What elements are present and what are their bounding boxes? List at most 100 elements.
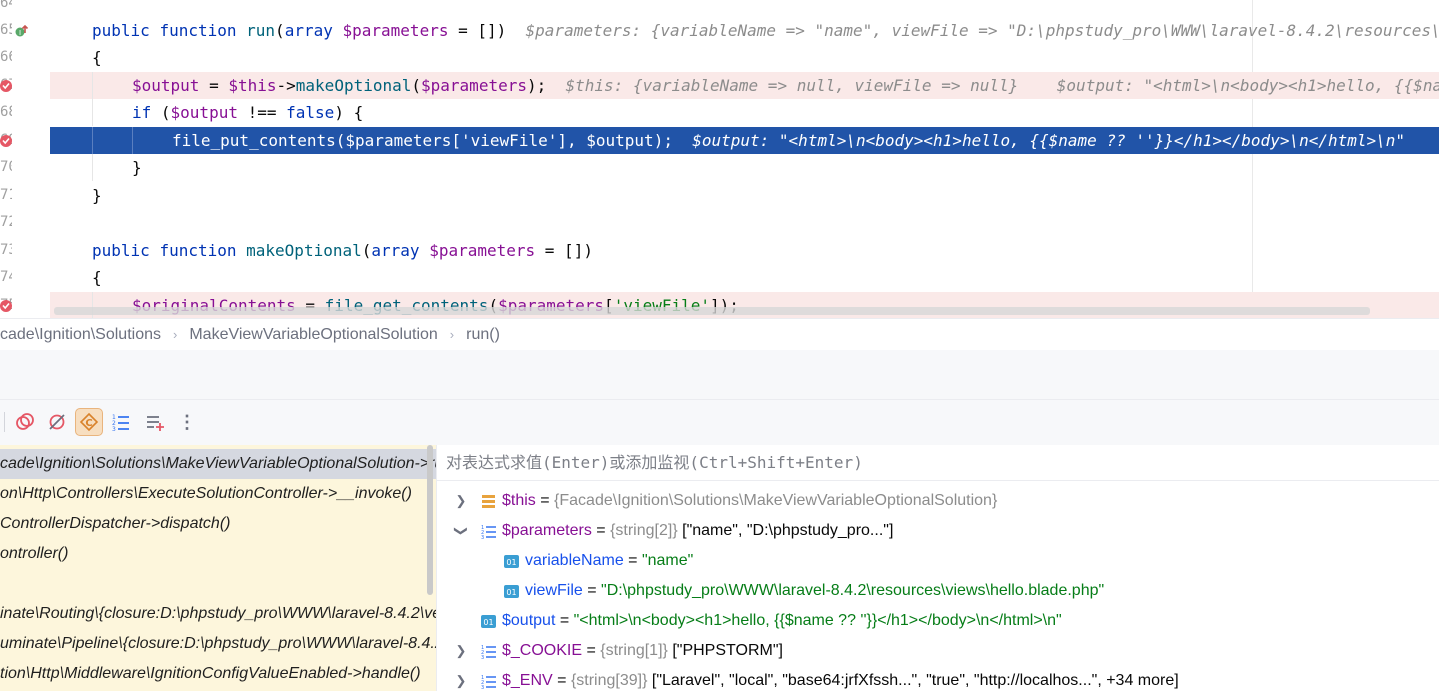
inline-debug-value: $parameters: {variableName => "name", vi… [525, 21, 1439, 40]
variable-name: variableName [525, 552, 624, 569]
code-text: public function run(array $parameters = … [92, 17, 1439, 44]
inline-debug-value: $output: "<html>\n<body><h1>hello, {{$na… [692, 131, 1406, 150]
expand-chevron-icon[interactable]: ❯ [454, 636, 468, 666]
frames-list-button[interactable]: 123 [107, 408, 135, 436]
svg-text:3: 3 [112, 426, 116, 432]
svg-text:01: 01 [506, 558, 516, 567]
variable-name: $_COOKIE [502, 642, 583, 659]
evaluate-expression-input[interactable]: 对表达式求值(Enter)或添加监视(Ctrl+Shift+Enter) [437, 445, 1439, 481]
variable-name: $output [502, 612, 556, 629]
code-text: file_put_contents($parameters['viewFile'… [172, 131, 1406, 150]
object-icon [482, 495, 495, 508]
breadcrumb-method[interactable]: run() [466, 326, 500, 344]
frame-item-selected[interactable]: cade\Ignition\Solutions\MakeViewVariable… [0, 449, 436, 479]
code-line[interactable]: 68 if ($output !== false) { [0, 99, 1439, 126]
frame-item[interactable]: on\Http\Controllers\ExecuteSolutionContr… [0, 479, 436, 509]
variable-name: $parameters [502, 522, 592, 539]
variable-value: ["Laravel", "local", "base64:jrfXfssh...… [647, 672, 1179, 689]
code-line-current[interactable]: 69 file_put_contents($parameters['viewFi… [0, 127, 1439, 154]
add-watch-button[interactable] [141, 408, 169, 436]
code-text: { [92, 268, 102, 287]
frames-panel: cade\Ignition\Solutions\MakeViewVariable… [0, 445, 436, 691]
toolbar-separator [4, 412, 5, 432]
svg-text:3: 3 [481, 535, 484, 539]
array-icon: 123 [481, 675, 496, 689]
frame-item[interactable]: ontroller() [0, 539, 436, 569]
code-line[interactable]: 74 { [0, 264, 1439, 291]
variable-type: {string[1]} [600, 642, 668, 659]
collapse-chevron-icon[interactable]: ❯ [446, 524, 476, 538]
code-line[interactable]: 65 I public function run(array $paramete… [0, 17, 1439, 44]
code-text: $output = $this->makeOptional($parameter… [132, 72, 1439, 99]
code-line[interactable]: 73 public function makeOptional(array $p… [0, 237, 1439, 264]
code-text: { [92, 48, 102, 67]
variable-type: {Facade\Ignition\Solutions\MakeViewVaria… [554, 492, 998, 509]
more-options-button[interactable]: ⋮ [173, 408, 201, 436]
breakpoint-icon[interactable] [0, 78, 14, 94]
svg-text:I: I [19, 29, 21, 37]
coverage-toggle-button[interactable]: C [75, 408, 103, 436]
code-text: } [132, 158, 142, 177]
code-line[interactable]: 66 { [0, 44, 1439, 71]
code-line[interactable]: 64 [0, 0, 1439, 17]
frame-item[interactable] [0, 569, 436, 599]
breakpoints-icon [16, 413, 34, 430]
code-line[interactable]: 70 } [0, 154, 1439, 181]
breadcrumb: cade\Ignition\Solutions › MakeViewVariab… [0, 318, 1439, 351]
debug-panel-header [0, 350, 1439, 399]
variable-value: "name" [641, 552, 694, 569]
svg-text:01: 01 [483, 618, 493, 627]
line-number: 72 [0, 214, 12, 230]
code-editor[interactable]: 64 65 I public function run(array $param… [0, 0, 1439, 318]
inline-debug-value: $this: {variableName => null, viewFile =… [565, 76, 1439, 95]
variable-name: $_ENV [502, 672, 553, 689]
string-field-icon: 01 [504, 555, 519, 568]
line-number: 64 [0, 0, 12, 11]
breadcrumb-class[interactable]: MakeViewVariableOptionalSolution [189, 326, 437, 344]
frame-item[interactable]: tion\Http\Middleware\IgnitionConfigValue… [0, 659, 436, 689]
variable-name: viewFile [525, 582, 583, 599]
more-vertical-icon: ⋮ [178, 411, 196, 432]
string-field-icon: 01 [504, 585, 519, 598]
variables-panel: 对表达式求值(Enter)或添加监视(Ctrl+Shift+Enter) ❯ $… [437, 445, 1439, 691]
line-number: 73 [0, 242, 12, 258]
code-line[interactable]: 71 } [0, 182, 1439, 209]
array-icon: 123 [481, 525, 496, 539]
breadcrumb-namespace[interactable]: cade\Ignition\Solutions [0, 326, 161, 344]
view-breakpoints-button[interactable] [11, 408, 39, 436]
code-text: public function makeOptional(array $para… [92, 241, 593, 260]
frame-item[interactable]: ControllerDispatcher->dispatch() [0, 509, 436, 539]
code-line-breakpoint[interactable]: 67 $output = $this->makeOptional($parame… [0, 72, 1439, 99]
breadcrumb-separator: › [449, 327, 455, 342]
variable-value: "D:\phpstudy_pro\WWW\laravel-8.4.2\resou… [601, 582, 1105, 599]
line-number: 65 [0, 22, 12, 38]
list-numbered-icon: 123 [112, 414, 129, 432]
variable-name: $this [502, 492, 536, 509]
frames-scrollbar[interactable] [427, 445, 433, 595]
horizontal-scrollbar[interactable] [54, 307, 1370, 315]
implements-method-icon[interactable]: I [14, 23, 30, 39]
code-text: if ($output !== false) { [132, 103, 364, 122]
code-line[interactable]: 72 [0, 209, 1439, 236]
expand-chevron-icon[interactable]: ❯ [454, 486, 468, 516]
expand-chevron-icon[interactable]: ❯ [454, 666, 468, 696]
breadcrumb-separator: › [173, 327, 178, 342]
variable-type: {string[39]} [570, 672, 648, 689]
svg-text:3: 3 [481, 685, 484, 689]
mute-breakpoints-icon [49, 414, 65, 430]
frame-item[interactable]: inate\Routing\{closure:D:\phpstudy_pro\W… [0, 599, 436, 629]
line-number: 66 [0, 49, 12, 65]
line-number: 70 [0, 159, 12, 175]
breakpoint-icon[interactable] [0, 298, 14, 314]
breakpoint-icon[interactable] [0, 133, 14, 149]
string-icon: 01 [481, 615, 496, 628]
code-text: } [92, 186, 102, 205]
variable-type: {string[2]} [610, 522, 678, 539]
array-icon: 123 [481, 645, 496, 659]
variable-value: ["name", "D:\phpstudy_pro..."] [677, 522, 894, 539]
line-number: 68 [0, 104, 12, 120]
svg-text:C: C [85, 418, 92, 429]
mute-breakpoints-button[interactable] [43, 408, 71, 436]
variable-value: ["PHPSTORM"] [667, 642, 783, 659]
frame-item[interactable]: uminate\Pipeline\{closure:D:\phpstudy_pr… [0, 629, 436, 659]
